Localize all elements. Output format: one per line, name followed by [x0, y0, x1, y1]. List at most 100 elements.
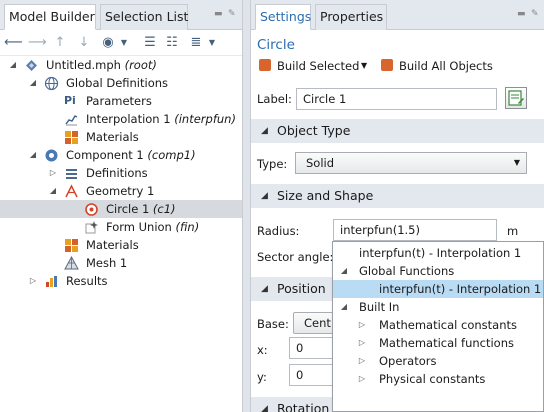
- minimize-icon[interactable]: ▬: [517, 9, 526, 19]
- tree-label: Global Definitions: [66, 76, 169, 90]
- tree-node-component-materials[interactable]: Materials: [0, 236, 242, 254]
- chevron-down-icon[interactable]: ▼: [361, 57, 367, 75]
- expand-icon[interactable]: ▷: [357, 316, 367, 334]
- tree-label: Definitions: [86, 166, 148, 180]
- popup-group-built-in[interactable]: ◢ Built In: [333, 298, 543, 316]
- build-icon: [259, 59, 271, 71]
- popup-item-label: interpfun(t) - Interpolation 1: [379, 282, 542, 296]
- collapse-all-icon[interactable]: ☰: [142, 35, 158, 51]
- type-field-label: Type:: [257, 157, 288, 171]
- popup-item-label: Mathematical functions: [379, 336, 514, 350]
- base-field-label: Base:: [257, 317, 289, 331]
- tree-node-circle[interactable]: Circle 1 (c1): [0, 200, 242, 218]
- expand-icon[interactable]: ▷: [357, 352, 367, 370]
- build-all-objects-button[interactable]: Build All Objects: [379, 57, 509, 75]
- build-selected-label: Build Selected: [277, 59, 360, 73]
- circle-primitive-icon: [85, 203, 98, 216]
- tree-label: Circle 1 (c1): [106, 202, 176, 216]
- collapse-icon[interactable]: ◢: [28, 74, 38, 92]
- component-icon: [45, 149, 58, 162]
- popup-group-mathematical-functions[interactable]: ▷ Mathematical functions: [333, 334, 543, 352]
- popup-group-operators[interactable]: ▷ Operators: [333, 352, 543, 370]
- collapse-icon: ◢: [261, 126, 268, 136]
- popup-item-interpfun-selected[interactable]: interpfun(t) - Interpolation 1: [333, 280, 543, 298]
- popup-item-label: Physical constants: [379, 372, 486, 386]
- view-options-icon[interactable]: ≣: [188, 35, 204, 51]
- radius-unit: m: [507, 224, 519, 238]
- expand-icon[interactable]: ▷: [357, 334, 367, 352]
- section-size-and-shape[interactable]: ◢ Size and Shape: [251, 184, 544, 208]
- tree-label: Parameters: [86, 94, 152, 108]
- pin-icon[interactable]: ✎: [531, 9, 539, 19]
- collapse-icon[interactable]: ◢: [48, 182, 58, 200]
- definitions-icon: [66, 169, 77, 179]
- sector-angle-label: Sector angle:: [257, 250, 334, 264]
- build-selected-button[interactable]: Build Selected ▼: [257, 57, 375, 75]
- geometry-icon: [65, 184, 78, 198]
- expand-all-icon[interactable]: ☷: [164, 35, 180, 51]
- view-options-dropdown-icon[interactable]: ▼: [204, 35, 220, 51]
- function-icon: [65, 115, 78, 126]
- label-edit-button[interactable]: [505, 87, 527, 109]
- tree-node-component[interactable]: ◢ Component 1 (comp1): [0, 146, 242, 164]
- move-up-icon[interactable]: ↑: [52, 35, 68, 51]
- popup-item-label: interpfun(t) - Interpolation 1: [359, 246, 522, 260]
- show-dropdown-icon[interactable]: ▼: [116, 35, 132, 51]
- popup-group-mathematical-constants[interactable]: ▷ Mathematical constants: [333, 316, 543, 334]
- label-input[interactable]: Circle 1: [296, 88, 497, 110]
- section-object-type[interactable]: ◢ Object Type: [251, 119, 544, 143]
- popup-group-physical-constants[interactable]: ▷ Physical constants: [333, 370, 543, 388]
- tab-model-builder[interactable]: Model Builder: [4, 4, 96, 30]
- back-arrow-icon[interactable]: ⟵: [4, 35, 23, 51]
- popup-item-label: Mathematical constants: [379, 318, 517, 332]
- expand-icon[interactable]: ▷: [28, 272, 38, 290]
- tree-label: Untitled.mph (root): [46, 58, 157, 72]
- tree-node-mesh[interactable]: Mesh 1: [0, 254, 242, 272]
- tree-node-global-materials[interactable]: Materials: [0, 128, 242, 146]
- tab-properties[interactable]: Properties: [315, 4, 387, 30]
- popup-group-global-functions[interactable]: ◢ Global Functions: [333, 262, 543, 280]
- popup-item-label: Built In: [359, 300, 400, 314]
- collapse-icon: ◢: [261, 284, 268, 294]
- collapse-icon: ◢: [261, 191, 268, 201]
- x-field-label: x:: [257, 343, 268, 357]
- collapse-icon[interactable]: ◢: [339, 262, 349, 280]
- move-down-icon[interactable]: ↓: [76, 35, 92, 51]
- tree-node-interpolation[interactable]: Interpolation 1 (interpfun): [0, 110, 242, 128]
- tree-node-root[interactable]: ◢ Untitled.mph (root): [0, 56, 242, 74]
- tree-node-parameters[interactable]: Pi Parameters: [0, 92, 242, 110]
- tree-label: Form Union (fin): [106, 220, 200, 234]
- settings-title: Circle: [257, 37, 295, 53]
- pin-icon[interactable]: ✎: [228, 9, 236, 19]
- tree-node-definitions[interactable]: ▷ Definitions: [0, 164, 242, 182]
- show-icon[interactable]: ◉: [100, 35, 116, 51]
- label-field-label: Label:: [257, 92, 292, 106]
- tab-selection-list[interactable]: Selection List: [100, 4, 188, 30]
- edit-label-icon: [508, 90, 524, 106]
- radius-input[interactable]: interpfun(1.5): [333, 219, 497, 241]
- tree-node-form-union[interactable]: Form Union (fin): [0, 218, 242, 236]
- section-title: Size and Shape: [277, 188, 374, 203]
- right-tabbar: Settings Properties ▬ ✎: [251, 0, 544, 30]
- popup-item-interpfun[interactable]: interpfun(t) - Interpolation 1: [333, 244, 543, 262]
- globe-icon: [44, 76, 59, 91]
- tree-label: Materials: [86, 238, 139, 252]
- tree-label: Results: [66, 274, 108, 288]
- collapse-icon[interactable]: ◢: [339, 298, 349, 316]
- type-select[interactable]: Solid ▼: [295, 152, 527, 174]
- minimize-icon[interactable]: ▬: [214, 9, 223, 19]
- forward-arrow-icon[interactable]: ⟶: [28, 35, 47, 51]
- tree-label: Materials: [86, 130, 139, 144]
- expand-icon[interactable]: ▷: [48, 164, 58, 182]
- tree-node-global-definitions[interactable]: ◢ Global Definitions: [0, 74, 242, 92]
- tab-settings[interactable]: Settings: [255, 4, 311, 30]
- model-builder-toolbar: ⟵ ⟶ ↑ ↓ ◉ ▼ ☰ ☷ ≣ ▼: [0, 30, 242, 56]
- mesh-icon: [64, 256, 79, 270]
- left-tabbar: Model Builder Selection List ▬ ✎: [0, 0, 242, 30]
- build-all-label: Build All Objects: [399, 59, 493, 73]
- collapse-icon[interactable]: ◢: [28, 146, 38, 164]
- tree-node-results[interactable]: ▷ Results: [0, 272, 242, 290]
- collapse-icon[interactable]: ◢: [8, 56, 18, 74]
- tree-node-geometry[interactable]: ◢ Geometry 1: [0, 182, 242, 200]
- expand-icon[interactable]: ▷: [357, 370, 367, 388]
